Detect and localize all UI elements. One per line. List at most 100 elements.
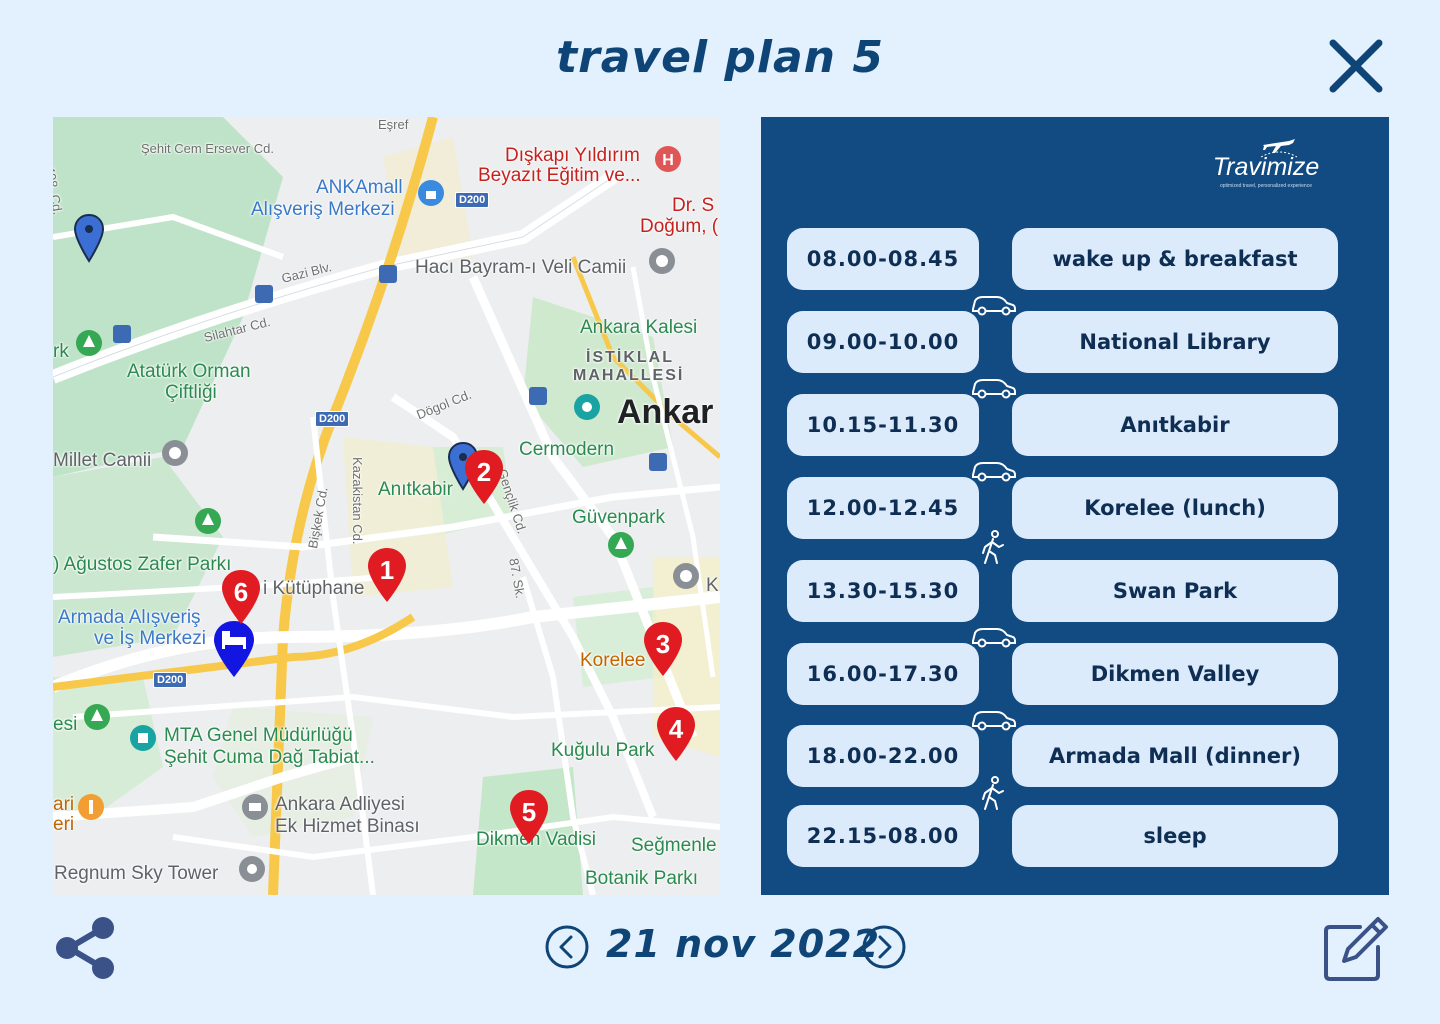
- activity-item[interactable]: Anıtkabir: [1012, 394, 1338, 456]
- map-label: Hacı Bayram-ı Veli Camii: [415, 257, 627, 278]
- car-icon: [972, 379, 1016, 399]
- park-icon: [84, 704, 110, 730]
- logo-text: Travimize: [1212, 153, 1320, 181]
- map-label: Ankar: [617, 393, 714, 431]
- map-label: Regnum Sky Tower: [54, 863, 219, 884]
- place-icon: [239, 856, 265, 882]
- museum-icon: [574, 394, 600, 420]
- map-label: Güvenpark: [572, 507, 665, 528]
- map-label: Botanik Parkı: [585, 868, 698, 889]
- saved-place-pin[interactable]: [73, 213, 105, 265]
- map-label: rk: [53, 341, 69, 362]
- map-label: Cermodern: [519, 439, 615, 460]
- museum-icon: [130, 725, 156, 751]
- edit-icon[interactable]: [1320, 913, 1392, 985]
- stop-marker-4[interactable]: 4: [656, 706, 696, 762]
- mosque-icon: [649, 248, 675, 274]
- map-label: Ankara Kalesi: [580, 317, 698, 338]
- road-badge: D200: [153, 672, 188, 688]
- map-label: Anıtkabir: [378, 479, 453, 500]
- map-label: Millet Camii: [53, 450, 152, 471]
- map-label: Armada Alışveriş: [58, 607, 201, 628]
- current-date: 21 nov 2022: [606, 922, 881, 966]
- map-label: Şehit Cuma Dağ Tabiat...: [164, 747, 375, 768]
- transit-icon: [379, 265, 397, 283]
- share-icon[interactable]: [53, 914, 119, 982]
- activity-item[interactable]: sleep: [1012, 805, 1338, 867]
- transit-icon: [529, 387, 547, 405]
- chevron-left-circle-icon[interactable]: [545, 925, 589, 969]
- map-label: Kazakistan Cd.: [350, 457, 365, 545]
- activity-item[interactable]: wake up & breakfast: [1012, 228, 1338, 290]
- walk-icon: [982, 776, 1004, 810]
- map-label: Dr. S: [672, 195, 715, 216]
- time-slot[interactable]: 08.00-08.45: [787, 228, 979, 290]
- map-label: esi: [53, 714, 78, 735]
- stop-marker-1[interactable]: 1: [367, 547, 407, 603]
- marker-number: 6: [233, 577, 249, 607]
- logo-tagline: optimized travel, personalized experienc…: [1220, 183, 1312, 189]
- close-icon[interactable]: [1326, 36, 1386, 96]
- time-slot[interactable]: 16.00-17.30: [787, 643, 979, 705]
- transit-icon: [255, 285, 273, 303]
- marker-number: 4: [668, 714, 684, 744]
- map-label: İSTİKLAL: [586, 349, 674, 366]
- mosque-icon: [673, 563, 699, 589]
- map-label: i Kütüphane: [263, 578, 365, 599]
- walk-icon: [982, 530, 1004, 564]
- time-slot[interactable]: 22.15-08.00: [787, 805, 979, 867]
- map-label: Dışkapı Yıldırım: [505, 145, 640, 166]
- time-slot[interactable]: 18.00-22.00: [787, 725, 979, 787]
- map-label: Beyazıt Eğitim ve...: [478, 165, 641, 186]
- park-icon: [76, 330, 102, 356]
- mosque-icon: [162, 440, 188, 466]
- chevron-right-circle-icon[interactable]: [862, 925, 906, 969]
- hotel-marker[interactable]: [212, 619, 256, 679]
- restaurant-icon: [78, 794, 104, 820]
- map-label: ve İş Merkezi: [94, 628, 206, 649]
- marker-number: 2: [476, 457, 492, 487]
- activity-item[interactable]: Dikmen Valley: [1012, 643, 1338, 705]
- map-label: Ek Hizmet Binası: [275, 816, 420, 837]
- road-badge: D200: [315, 411, 350, 427]
- time-slot[interactable]: 13.30-15.30: [787, 560, 979, 622]
- map-label: Alışveriş Merkezi: [251, 199, 395, 220]
- map-label: K: [706, 575, 719, 596]
- stop-marker-5[interactable]: 5: [509, 789, 549, 845]
- page-title: travel plan 5: [556, 32, 884, 83]
- activity-item[interactable]: Korelee (lunch): [1012, 477, 1338, 539]
- travimize-logo: Travimize optimized travel, personalized…: [1201, 125, 1331, 195]
- route-map[interactable]: Şehit Cem Ersever Cd. Eşref 408. Cd. Dış…: [53, 117, 720, 895]
- map-label: Kuğulu Park: [551, 740, 655, 761]
- svg-text:H: H: [662, 152, 674, 169]
- park-icon: [195, 508, 221, 534]
- time-slot[interactable]: 12.00-12.45: [787, 477, 979, 539]
- car-icon: [972, 462, 1016, 482]
- car-icon: [972, 628, 1016, 648]
- activity-item[interactable]: Swan Park: [1012, 560, 1338, 622]
- marker-number: 1: [379, 555, 395, 585]
- activity-item[interactable]: National Library: [1012, 311, 1338, 373]
- transit-icon: [113, 325, 131, 343]
- marker-number: 5: [521, 797, 537, 827]
- map-label: eri: [53, 814, 75, 835]
- stop-marker-2[interactable]: 2: [464, 449, 504, 505]
- car-icon: [972, 711, 1016, 731]
- stop-marker-6[interactable]: 6: [221, 569, 261, 625]
- map-label: Ankara Adliyesi: [275, 794, 405, 815]
- shopping-icon: [418, 180, 444, 206]
- map-label: Şehit Cem Ersever Cd.: [141, 141, 274, 156]
- park-icon: [608, 532, 634, 558]
- map-label: MAHALLESİ: [573, 367, 685, 384]
- map-label: Atatürk Orman: [127, 361, 251, 382]
- transit-icon: [649, 453, 667, 471]
- hospital-icon: H: [655, 146, 681, 172]
- activity-item[interactable]: Armada Mall (dinner): [1012, 725, 1338, 787]
- time-slot[interactable]: 10.15-11.30: [787, 394, 979, 456]
- car-icon: [972, 296, 1016, 316]
- map-label: MTA Genel Müdürlüğü: [164, 725, 353, 746]
- time-slot[interactable]: 09.00-10.00: [787, 311, 979, 373]
- landmark-icon: [242, 794, 268, 820]
- map-label: Doğum, (: [640, 216, 719, 237]
- stop-marker-3[interactable]: 3: [643, 621, 683, 677]
